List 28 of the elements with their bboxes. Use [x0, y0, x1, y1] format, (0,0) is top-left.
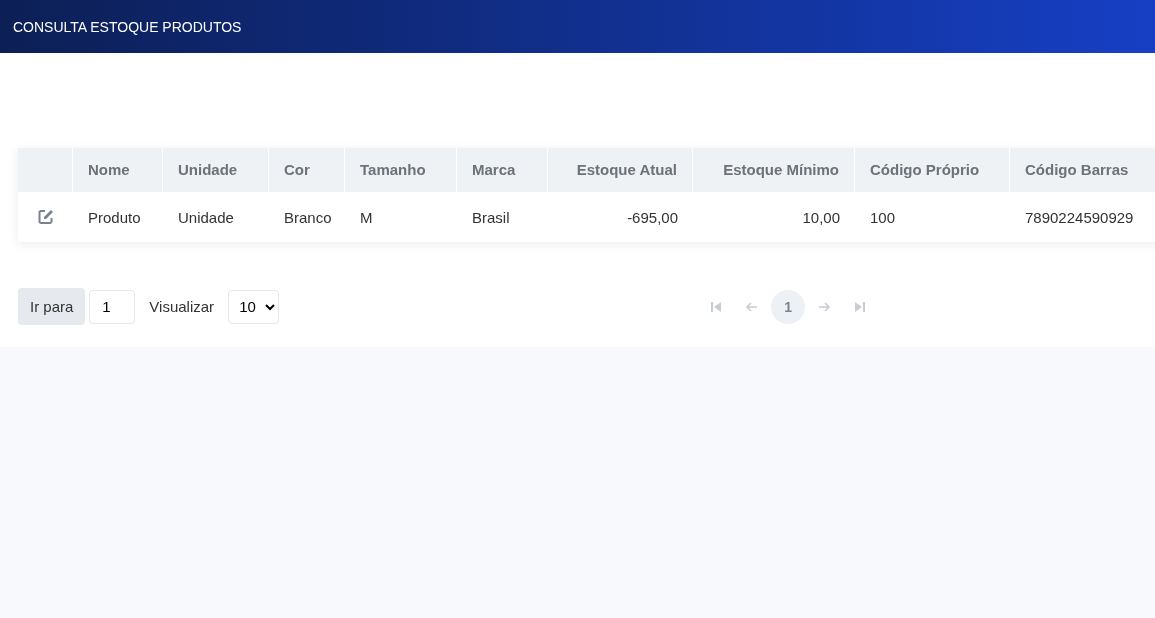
column-header: Tamanho [345, 148, 457, 192]
table-cell-text: 100 [869, 207, 897, 228]
column-header: Estoque Mínimo [693, 148, 855, 192]
column-header: Código Barras [1010, 148, 1155, 192]
column-header: Marca [457, 148, 548, 192]
view-label: Visualizar [148, 298, 216, 315]
table-cell-text: 10,00 [801, 207, 841, 228]
table-cell-text: -695,00 [626, 207, 679, 228]
edit-icon[interactable] [38, 209, 54, 225]
arrow-left-icon [745, 299, 760, 314]
skip-last-icon [853, 299, 868, 314]
column-header: Código Próprio [855, 148, 1010, 192]
goto-label: Ir para [18, 288, 86, 325]
column-header: Nome [73, 148, 163, 192]
table-cell-text: Branco [283, 207, 333, 228]
column-header: Estoque Atual [548, 148, 693, 192]
page-input[interactable]: 1 [89, 289, 136, 324]
table-cell-text: 7890224590929 [1024, 207, 1135, 228]
column-header: Unidade [163, 148, 269, 192]
arrow-right-icon [817, 299, 832, 314]
table-cell-text: M [359, 207, 374, 228]
page-title: CONSULTA ESTOQUE PRODUTOS [13, 18, 242, 35]
skip-first-icon [709, 299, 724, 314]
column-header: Cor [269, 148, 345, 192]
page-size-select[interactable]: 10 [228, 289, 280, 324]
table-cell-text: Brasil [471, 207, 511, 228]
table-cell-text: Unidade [177, 207, 235, 228]
table-cell-text: Produto [87, 207, 142, 228]
